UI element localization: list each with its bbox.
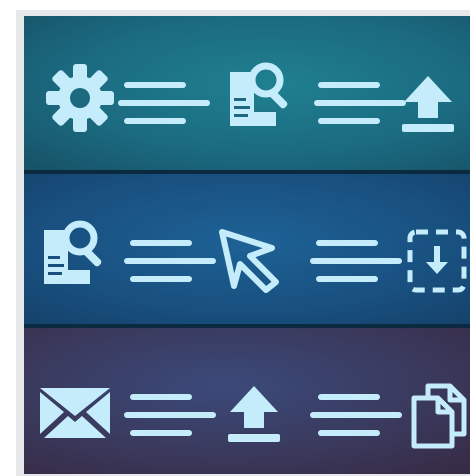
icon-row-1-art [24,16,470,170]
icon-row-3 [24,328,470,474]
icon-row-1 [24,16,470,170]
icon-panel [24,16,470,474]
icon-row-3-art [24,328,470,474]
icon-row-2 [24,174,470,324]
gear-icon[interactable] [46,64,114,132]
icon-row-2-art [24,174,470,324]
